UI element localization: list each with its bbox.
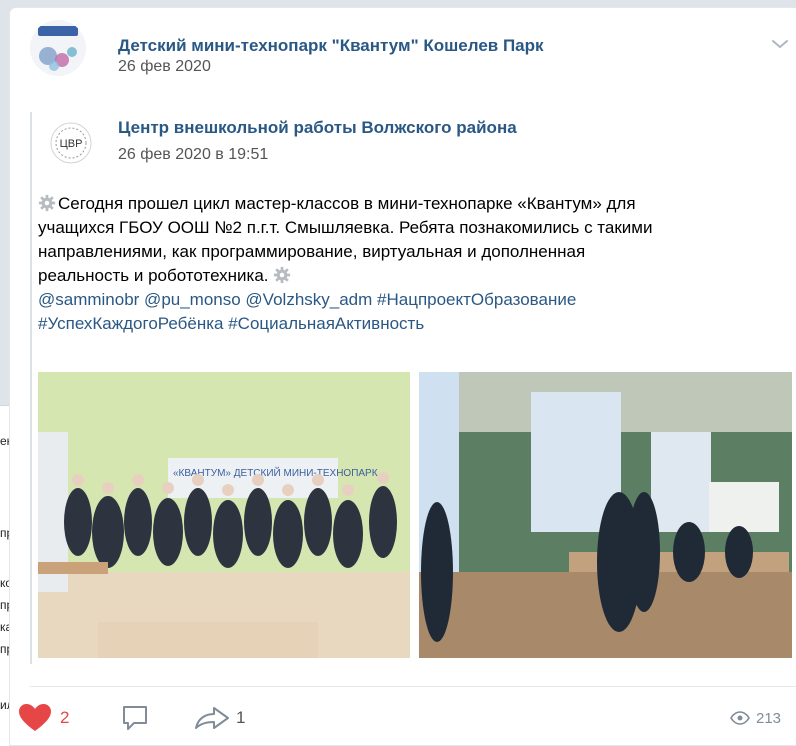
repost-avatar-text: ЦВР	[60, 138, 83, 150]
post-text-line: учащихся ГБОУ ООШ №2 п.г.т. Смышляевка. …	[38, 218, 653, 237]
views-counter: 213	[730, 698, 781, 738]
post-tags-line[interactable]: #УспехКаждогоРебёнка #СоциальнаяАктивнос…	[38, 312, 788, 336]
views-count: 213	[756, 709, 782, 727]
heart-icon	[19, 704, 51, 731]
eye-icon	[730, 711, 750, 725]
chevron-down-icon[interactable]	[768, 32, 792, 56]
gear-icon	[38, 194, 56, 212]
post-text: Сегодня прошел цикл мастер-классов в мин…	[38, 192, 788, 336]
share-icon	[195, 707, 229, 729]
post-actions: 2 1 213	[10, 698, 796, 738]
photo-vr[interactable]	[419, 372, 792, 658]
post-date[interactable]: 26 фев 2020	[118, 58, 211, 76]
post-text-line: Сегодня прошел цикл мастер-классов в мин…	[38, 192, 788, 216]
like-count: 2	[60, 708, 70, 727]
like-button[interactable]: 2	[18, 698, 69, 738]
repost-date[interactable]: 26 фев 2020 в 19:51	[118, 146, 268, 164]
post-tags-line[interactable]: @samminobr @pu_monso @Volzhsky_adm #Нацп…	[38, 288, 788, 312]
post-text-line: направлениями, как программирование, вир…	[38, 242, 586, 261]
photo-group[interactable]: «КВАНТУМ» ДЕТСКИЙ МИНИ-ТЕХНОПАРК	[38, 372, 410, 658]
post-card: Детский мини-технопарк "Квантум" Кошелев…	[10, 8, 796, 745]
repost-avatar[interactable]: ЦВР	[50, 122, 92, 164]
post-text-line: реальность и робототехника.	[38, 264, 788, 288]
share-button[interactable]: 1	[192, 698, 245, 738]
repost-author-link[interactable]: Центр внешкольной работы Волжского район…	[118, 118, 517, 138]
group-name-link[interactable]: Детский мини-технопарк "Квантум" Кошелев…	[118, 36, 544, 56]
actions-divider	[30, 686, 796, 687]
gear-icon	[274, 266, 291, 284]
photo-banner-text: «КВАНТУМ» ДЕТСКИЙ МИНИ-ТЕХНОПАРК	[173, 466, 378, 479]
comment-button[interactable]	[120, 698, 150, 738]
share-count: 1	[236, 708, 246, 727]
comment-icon	[123, 706, 147, 730]
group-avatar[interactable]	[30, 20, 86, 76]
repost-divider	[30, 112, 32, 664]
